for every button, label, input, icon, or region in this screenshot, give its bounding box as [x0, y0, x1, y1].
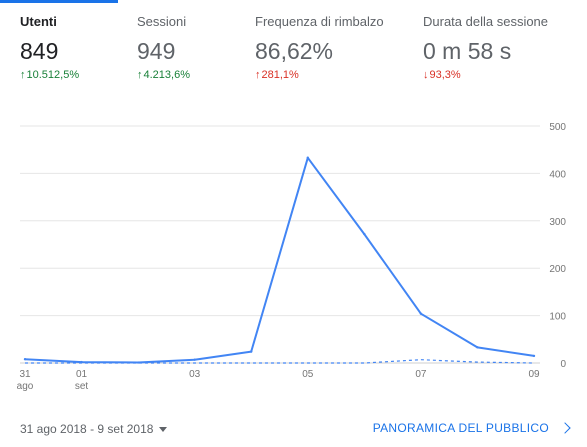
x-tick-label: set	[75, 381, 89, 392]
metric-change-value: 281,1%	[261, 69, 299, 81]
metric-tab-sessions[interactable]: Sessioni 949 ↑4.213,6%	[118, 0, 236, 100]
metric-label: Utenti	[20, 14, 57, 29]
metric-tab-session-duration[interactable]: Durata della sessione 0 m 58 s ↓93,3%	[404, 0, 587, 100]
metric-label: Frequenza di rimbalzo	[255, 14, 384, 29]
arrow-up-icon: ↑	[137, 69, 143, 81]
metric-tab-bounce-rate[interactable]: Frequenza di rimbalzo 86,62% ↑281,1%	[236, 0, 404, 100]
chart-canvas[interactable]: 0 100 200 300 400 500 31ago 01set 03 05 07 09	[0, 110, 587, 400]
metric-change-value: 10.512,5%	[26, 69, 80, 81]
active-tab-indicator	[0, 0, 118, 3]
x-tick-label: 03	[189, 369, 201, 380]
y-tick-label: 100	[549, 312, 566, 323]
data-point	[136, 361, 140, 364]
data-point	[419, 312, 423, 315]
metric-value: 0 m 58 s	[423, 38, 512, 64]
data-point	[363, 232, 366, 236]
metric-value: 849	[20, 38, 59, 64]
y-tick-label: 500	[549, 122, 566, 133]
date-range-selector[interactable]: 31 ago 2018 - 9 set 2018	[20, 422, 168, 436]
y-tick-label: 200	[549, 264, 566, 275]
divider	[0, 405, 587, 406]
caret-down-icon	[159, 427, 168, 433]
metric-change-value: 4.213,6%	[143, 69, 190, 81]
data-point	[23, 358, 27, 361]
x-tick-label: 07	[415, 369, 427, 380]
x-tick-label: 09	[528, 369, 540, 380]
metric-change: ↑281,1%	[255, 69, 384, 81]
audience-overview-link[interactable]: PANORAMICA DEL PUBBLICO	[372, 421, 571, 435]
data-point	[250, 350, 253, 353]
line-chart[interactable]: 0 100 200 300 400 500 31 ago 01 set 03 05 07 09	[0, 110, 587, 400]
y-tick-label: 300	[549, 217, 566, 228]
y-tick-label: 0	[560, 359, 566, 370]
metric-label: Durata della sessione	[423, 14, 549, 29]
card-footer: 31 ago 2018 - 9 set 2018 PANORAMICA DEL …	[0, 405, 587, 447]
metric-change: ↑4.213,6%	[137, 69, 190, 81]
metric-value: 86,62%	[255, 38, 334, 64]
y-tick-label: 400	[549, 169, 566, 180]
arrow-up-icon: ↑	[20, 69, 26, 81]
x-tick-label: ago	[17, 381, 34, 392]
metric-label: Sessioni	[137, 14, 187, 29]
data-point	[193, 358, 196, 361]
metric-change-value: 93,3%	[429, 69, 461, 81]
date-range-label: 31 ago 2018 - 9 set 2018	[20, 422, 154, 436]
metric-change: ↓93,3%	[423, 69, 548, 81]
arrow-down-icon: ↓	[423, 69, 429, 81]
data-point	[476, 346, 479, 349]
x-tick-label: 01	[76, 369, 88, 380]
data-point	[306, 156, 309, 159]
metric-tab-users[interactable]: Utenti 849 ↑10.512,5%	[0, 0, 118, 100]
report-link-label: PANORAMICA DEL PUBBLICO	[372, 421, 549, 435]
metric-value: 949	[137, 38, 176, 64]
metric-change: ↑10.512,5%	[20, 69, 79, 81]
x-tick-label: 31	[19, 369, 31, 380]
x-tick-label: 05	[302, 369, 314, 380]
metric-tabs: Utenti 849 ↑10.512,5% Sessioni 949 ↑4.21…	[0, 0, 587, 100]
data-point	[532, 354, 536, 358]
chevron-right-icon	[559, 422, 571, 434]
arrow-up-icon: ↑	[255, 69, 261, 81]
primary-series-line	[24, 156, 535, 364]
